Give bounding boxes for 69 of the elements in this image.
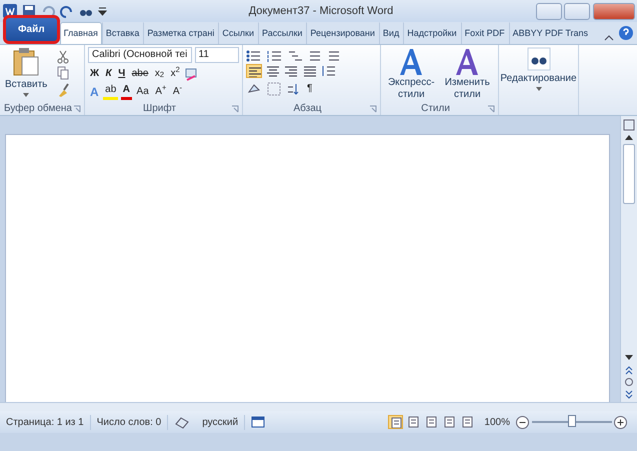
word-count[interactable]: Число слов: 0 xyxy=(90,414,168,430)
decrease-indent-icon[interactable] xyxy=(309,50,323,62)
align-icon[interactable] xyxy=(246,64,262,78)
browse-object-icon[interactable] xyxy=(624,377,634,387)
previous-page-icon[interactable] xyxy=(624,364,634,374)
align-icon[interactable] xyxy=(264,64,280,78)
close-button[interactable] xyxy=(592,2,634,20)
paintbrush-icon[interactable] xyxy=(57,82,70,96)
format-button[interactable]: Aa xyxy=(134,84,151,100)
zoom-level[interactable]: 100% xyxy=(484,414,510,430)
format-button[interactable]: Ч xyxy=(116,66,128,82)
ribbon-tab[interactable]: Главная xyxy=(60,22,102,44)
zoom-in-icon[interactable] xyxy=(614,416,627,428)
view-mode-icon[interactable] xyxy=(460,415,476,429)
show-formatting-button[interactable]: ¶ xyxy=(305,80,314,96)
format-button[interactable]: A$^{+}$ xyxy=(153,84,168,100)
scissors-icon[interactable] xyxy=(57,50,70,64)
multilevel-list-icon[interactable] xyxy=(288,50,304,62)
ruler-toggle-icon[interactable] xyxy=(623,118,635,130)
group-label: Шрифт xyxy=(142,102,177,115)
dropdown-caret-icon[interactable] xyxy=(23,93,30,97)
clear-formatting-icon[interactable] xyxy=(184,66,198,80)
zoom-slider-thumb[interactable] xyxy=(568,415,576,427)
numbered-list-icon[interactable] xyxy=(267,50,283,62)
file-tab[interactable]: Файл xyxy=(3,15,60,44)
format-button[interactable]: A xyxy=(120,84,132,100)
format-button[interactable]: К xyxy=(104,66,114,82)
customize-toolbar-icon[interactable] xyxy=(98,6,106,16)
redo-icon[interactable] xyxy=(60,4,74,18)
group-label: Стили xyxy=(420,102,451,115)
dropdown-caret-icon[interactable] xyxy=(536,87,542,91)
group-label: Абзац xyxy=(292,102,323,115)
next-page-icon[interactable] xyxy=(624,390,634,400)
styles-button[interactable]: Экспресс-стили xyxy=(384,77,439,101)
format-button[interactable]: x$_{2}$ xyxy=(152,66,166,82)
format-button[interactable]: x$^{2}$ xyxy=(168,66,182,82)
format-button[interactable]: ab xyxy=(103,84,118,100)
font-name-field[interactable]: Calibri (Основной теі xyxy=(88,47,192,63)
editing-button[interactable]: Редактирование xyxy=(498,71,579,87)
font-size-field[interactable]: 11 xyxy=(194,47,238,63)
help-icon[interactable] xyxy=(619,26,633,40)
view-mode-icon[interactable] xyxy=(388,415,404,429)
horizontal-scrollbar[interactable] xyxy=(0,402,637,411)
scroll-down-icon[interactable] xyxy=(624,354,634,362)
language-indicator[interactable]: русский xyxy=(196,414,246,430)
group-label: Буфер обмена xyxy=(3,102,73,115)
copy-icon[interactable] xyxy=(57,66,70,80)
view-mode-icon[interactable] xyxy=(424,415,440,429)
scroll-up-icon[interactable] xyxy=(624,133,634,141)
clipboard-icon[interactable] xyxy=(11,47,42,77)
macro-record-icon[interactable] xyxy=(251,416,266,428)
format-button[interactable]: abe xyxy=(130,66,150,82)
sort-icon[interactable] xyxy=(286,82,300,96)
styles-button[interactable]: Изменить стили xyxy=(440,77,495,101)
zoom-out-icon[interactable] xyxy=(516,416,529,428)
align-icon[interactable] xyxy=(302,64,318,78)
align-icon[interactable] xyxy=(283,64,299,78)
increase-indent-icon[interactable] xyxy=(328,50,342,62)
paste-button[interactable]: Вставить xyxy=(3,77,50,93)
view-mode-icon[interactable] xyxy=(406,415,422,429)
bullet-list-icon[interactable] xyxy=(246,50,262,62)
line-spacing-icon[interactable] xyxy=(320,64,336,78)
format-button[interactable]: Ж xyxy=(88,66,102,82)
format-button[interactable]: A$^{-}$ xyxy=(170,84,184,100)
view-mode-icon[interactable] xyxy=(442,415,458,429)
page-count[interactable]: Страница: 1 из 1 xyxy=(0,414,91,430)
scroll-thumb[interactable] xyxy=(623,144,635,204)
window-title: Документ37 - Microsoft Word xyxy=(248,4,394,19)
binoculars-icon[interactable] xyxy=(526,47,550,71)
